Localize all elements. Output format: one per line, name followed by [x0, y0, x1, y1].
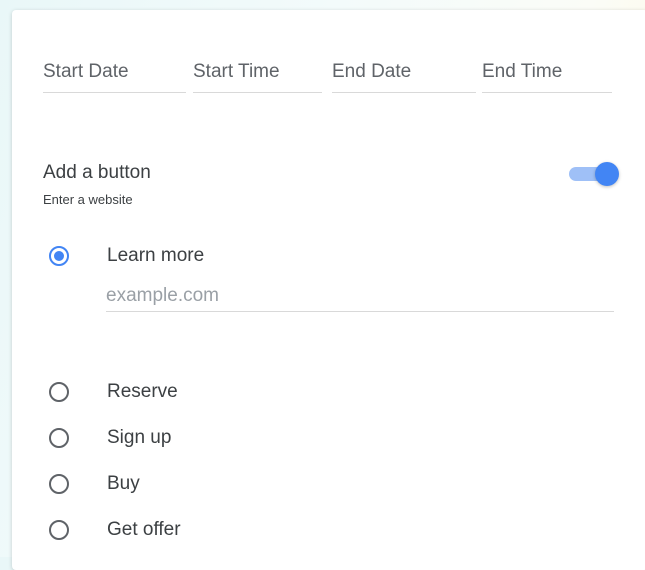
option-label: Get offer — [107, 519, 181, 540]
button-settings-card: Start Date Start Time End Date End Time … — [12, 10, 645, 570]
add-button-subtitle: Enter a website — [43, 192, 133, 207]
radio-unchecked-icon — [49, 382, 69, 402]
add-button-title: Add a button — [43, 162, 151, 183]
end-time-label: End Time — [482, 61, 563, 82]
option-label: Sign up — [107, 427, 172, 448]
radio-unchecked-icon — [49, 520, 69, 540]
end-date-label: End Date — [332, 61, 412, 82]
website-url-input[interactable] — [106, 281, 614, 312]
start-time-label: Start Time — [193, 61, 280, 82]
end-date-field[interactable]: End Date — [332, 50, 476, 93]
start-date-field[interactable]: Start Date — [43, 50, 186, 93]
radio-checked-icon — [49, 246, 69, 266]
option-label: Learn more — [107, 245, 205, 266]
start-time-field[interactable]: Start Time — [193, 50, 322, 93]
toggle-knob — [595, 162, 619, 186]
radio-unchecked-icon — [49, 428, 69, 448]
option-label: Buy — [107, 473, 140, 494]
add-button-toggle[interactable] — [567, 162, 623, 186]
start-date-label: Start Date — [43, 61, 129, 82]
end-time-field[interactable]: End Time — [482, 50, 612, 93]
radio-unchecked-icon — [49, 474, 69, 494]
option-label: Reserve — [107, 381, 178, 402]
